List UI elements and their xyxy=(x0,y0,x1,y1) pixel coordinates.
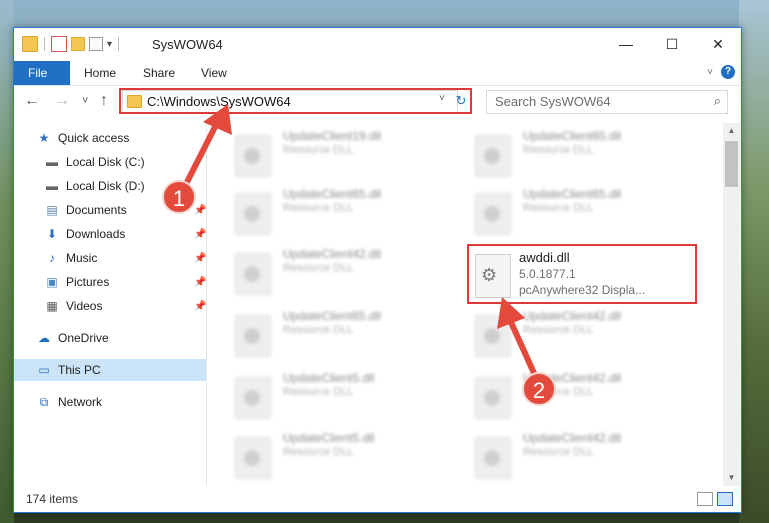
step-1-badge: 1 xyxy=(162,180,196,214)
step-2-badge: 2 xyxy=(522,372,556,406)
arrow-1-head xyxy=(203,104,232,135)
annotation-arrows xyxy=(179,104,541,385)
